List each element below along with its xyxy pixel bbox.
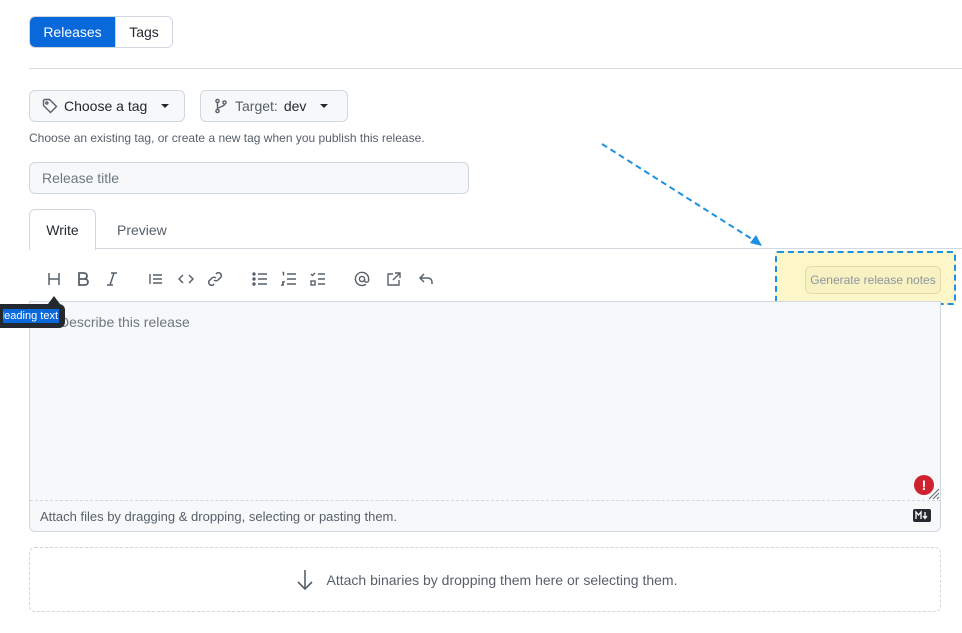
branch-icon bbox=[213, 98, 229, 114]
tooltip-text: Heading text bbox=[3, 309, 59, 323]
tab-write[interactable]: Write bbox=[29, 209, 96, 250]
release-description-editor[interactable] bbox=[29, 301, 941, 532]
release-title-input[interactable] bbox=[29, 162, 469, 194]
tab-preview[interactable]: Preview bbox=[117, 222, 167, 238]
releases-tab[interactable]: Releases bbox=[30, 17, 115, 47]
tag-icon bbox=[42, 98, 58, 114]
markdown-icon bbox=[913, 509, 931, 522]
mention-icon[interactable] bbox=[352, 269, 372, 289]
quote-icon[interactable] bbox=[146, 269, 166, 289]
caret-down-icon bbox=[161, 104, 170, 108]
generate-release-notes-button[interactable]: Generate release notes bbox=[805, 266, 941, 294]
choose-tag-label: Choose a tag bbox=[64, 98, 148, 114]
annotation-arrow-icon bbox=[601, 143, 762, 246]
choose-tag-button[interactable]: Choose a tag bbox=[29, 90, 185, 122]
tag-help-text: Choose an existing tag, or create a new … bbox=[29, 131, 425, 145]
attach-binaries-dropzone[interactable]: Attach binaries by dropping them here or… bbox=[29, 547, 941, 612]
releases-tags-switch: Releases Tags bbox=[29, 16, 173, 48]
ordered-list-icon[interactable] bbox=[279, 269, 299, 289]
bold-icon[interactable] bbox=[73, 269, 93, 289]
code-icon[interactable] bbox=[176, 269, 196, 289]
task-list-icon[interactable] bbox=[308, 269, 328, 289]
target-branch-button[interactable]: Target: dev bbox=[200, 90, 348, 122]
reply-icon[interactable] bbox=[416, 269, 436, 289]
resize-handle-icon[interactable] bbox=[924, 484, 940, 500]
cross-reference-icon[interactable] bbox=[384, 269, 404, 289]
editor-placeholder: Describe this release bbox=[59, 314, 190, 330]
target-label: Target: bbox=[235, 98, 278, 114]
tooltip-arrow bbox=[48, 296, 60, 304]
heading-tooltip: Heading text bbox=[0, 304, 65, 328]
attach-binaries-label: Attach binaries by dropping them here or… bbox=[326, 571, 678, 588]
unordered-list-icon[interactable] bbox=[250, 269, 270, 289]
caret-down-icon bbox=[320, 104, 329, 108]
tags-tab[interactable]: Tags bbox=[115, 17, 172, 47]
italic-icon[interactable] bbox=[102, 269, 122, 289]
target-value: dev bbox=[283, 98, 307, 114]
link-icon[interactable] bbox=[205, 269, 225, 289]
attach-files-bar[interactable]: Attach files by dragging & dropping, sel… bbox=[30, 500, 940, 531]
tab-divider bbox=[95, 248, 962, 249]
heading-icon[interactable] bbox=[44, 269, 64, 289]
arrow-down-icon bbox=[293, 568, 317, 592]
divider bbox=[29, 68, 962, 69]
